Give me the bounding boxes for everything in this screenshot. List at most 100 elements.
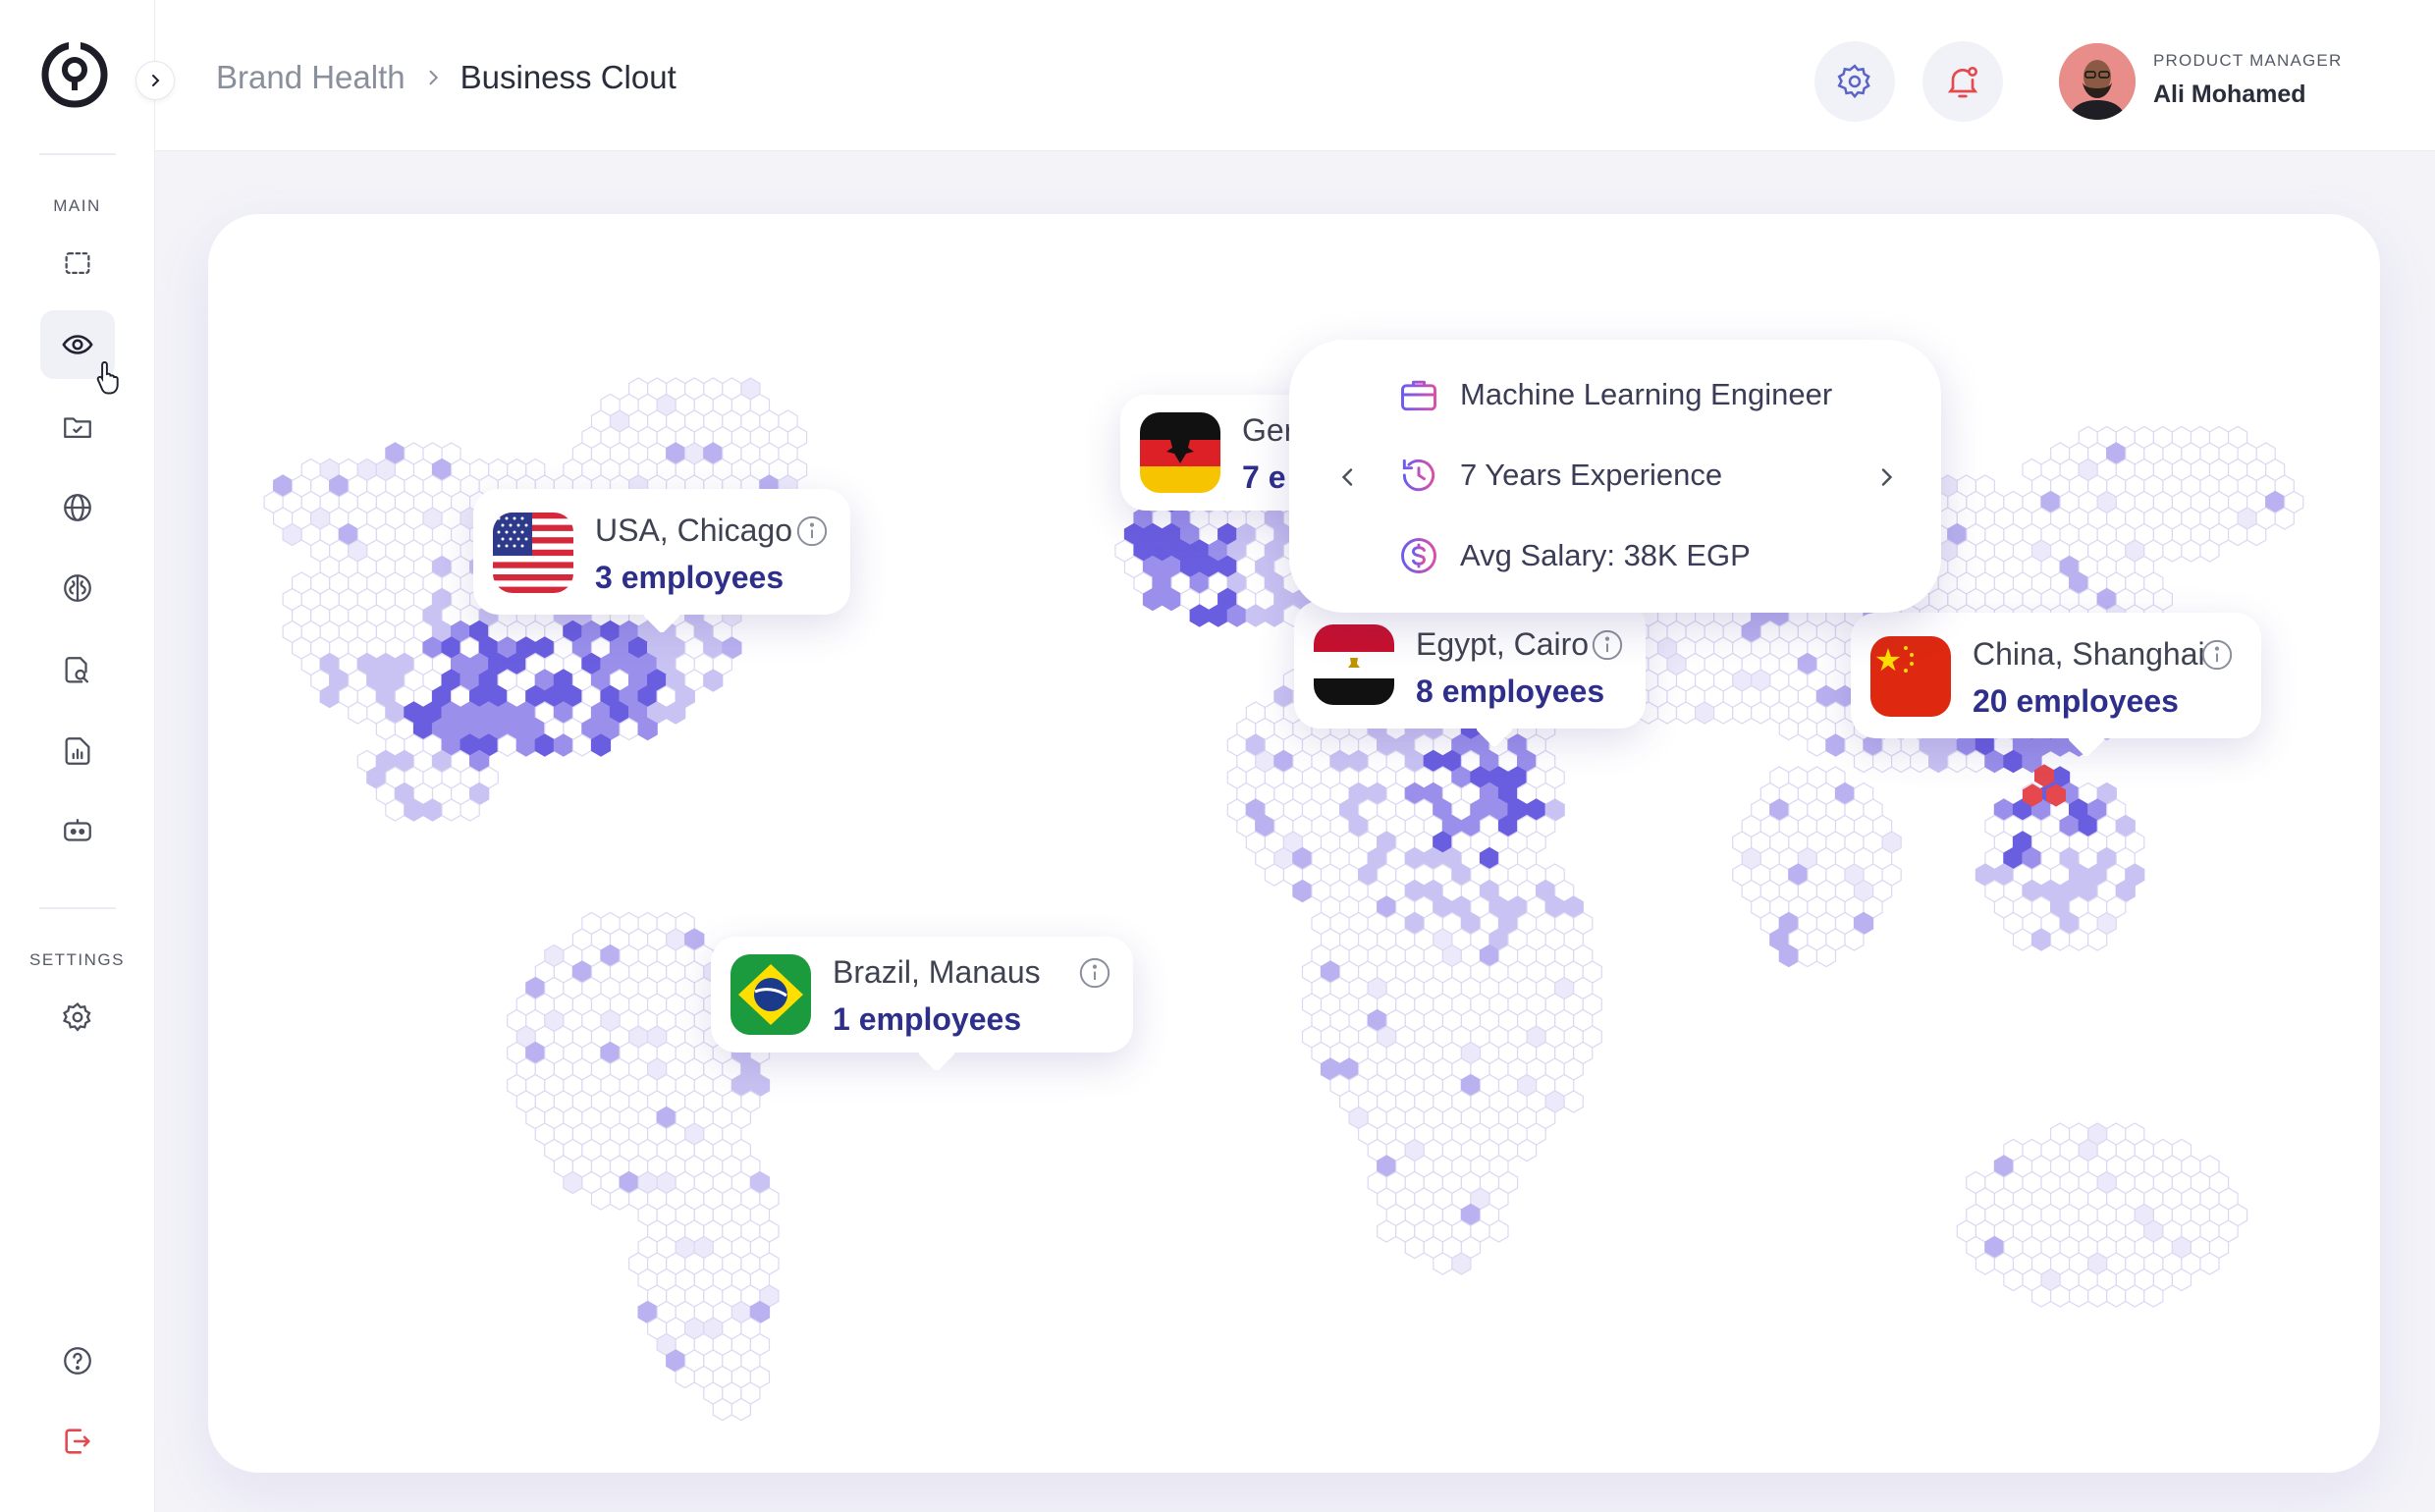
sidebar-item-globe[interactable]	[40, 473, 115, 542]
map-hex	[1910, 749, 1930, 774]
folder-check-icon	[64, 417, 91, 439]
job-title: Machine Learning Engineer	[1460, 377, 1833, 411]
location-callout-china[interactable]: China, Shanghai 20 employees	[1851, 613, 2261, 758]
map-hex	[497, 733, 517, 757]
chevron-left-icon	[1341, 468, 1353, 486]
map-hex	[2087, 1284, 2108, 1308]
dollar-icon	[1401, 538, 1436, 573]
map-hex-highlight	[2023, 783, 2042, 807]
map-hex	[348, 701, 368, 725]
info-icon[interactable]	[1078, 956, 1111, 990]
bell-icon	[1947, 66, 1978, 98]
location-name: Egypt, Cairo	[1416, 626, 1590, 662]
location-callout-brazil[interactable]: Brazil, Manaus 1 employees	[711, 937, 1133, 1072]
map-hex	[712, 1397, 732, 1422]
document-search-icon	[65, 657, 89, 683]
map-hex	[2069, 1284, 2089, 1308]
map-hex	[675, 1365, 695, 1389]
breadcrumb-current: Business Clout	[460, 59, 676, 95]
map-hex	[1142, 587, 1163, 612]
flag-usa-icon	[493, 513, 573, 593]
sidebar-item-search-docs[interactable]	[40, 636, 115, 705]
map-hex	[1208, 604, 1228, 627]
map-hex	[1695, 701, 1715, 725]
map-hex	[666, 701, 686, 725]
map-hex	[2087, 928, 2108, 951]
map-hex	[1162, 587, 1182, 612]
settings-button[interactable]	[1814, 41, 1895, 122]
sidebar-item-ai[interactable]	[40, 554, 115, 622]
info-icon[interactable]	[795, 514, 829, 548]
map-hex	[534, 733, 555, 757]
help-icon	[64, 1347, 91, 1375]
location-name: USA, Chicago	[595, 513, 792, 548]
map-hex	[2143, 1284, 2164, 1308]
info-icon[interactable]	[1591, 628, 1624, 662]
map-hex	[1778, 944, 1799, 968]
map-hex	[2069, 928, 2089, 951]
map-hex	[1245, 604, 1266, 627]
map-hex	[282, 522, 302, 547]
next-button[interactable]	[1867, 458, 1906, 497]
app-logo[interactable]	[39, 39, 110, 110]
map-hex-highlight	[2046, 783, 2066, 807]
breadcrumb-parent[interactable]: Brand Health	[216, 59, 406, 96]
map-hex-highlight	[2034, 764, 2054, 787]
map-hex	[571, 733, 593, 757]
location-callout-usa[interactable]: USA, Chicago 3 employees	[473, 489, 850, 634]
location-name: China, Shanghai	[1973, 636, 2205, 672]
chevron-right-icon	[429, 70, 438, 85]
employee-count: 8 employees	[1416, 674, 1605, 709]
logout-button[interactable]	[40, 1407, 115, 1476]
map-hex	[404, 798, 424, 822]
map-hex	[1264, 863, 1284, 887]
map-hex	[319, 684, 340, 709]
prev-button[interactable]	[1328, 458, 1368, 497]
sidebar-item-bot[interactable]	[40, 797, 115, 866]
map-hex	[1844, 928, 1865, 951]
map-hex	[1853, 749, 1874, 774]
map-hex	[1947, 749, 1968, 774]
employee-count: 3 employees	[595, 560, 785, 595]
job-title-row: Machine Learning Engineer	[1397, 373, 1832, 416]
map-hex	[1189, 604, 1210, 627]
sidebar-item-reports[interactable]	[40, 717, 115, 785]
sidebar-toggle-button[interactable]	[135, 61, 175, 100]
report-icon	[65, 737, 90, 765]
map-hex	[1656, 701, 1678, 725]
map-hex	[1264, 604, 1284, 627]
map-hex	[1675, 701, 1697, 725]
map-hex	[441, 798, 461, 822]
map-hex	[2181, 539, 2201, 563]
flag-brazil-icon	[730, 954, 811, 1035]
location-name: Ger	[1242, 412, 1295, 448]
map-hex	[2030, 1284, 2052, 1308]
map-hex	[1825, 733, 1846, 757]
map-hex	[730, 1397, 751, 1422]
help-button[interactable]	[40, 1326, 115, 1395]
map-hex	[703, 669, 724, 692]
map-hex	[1928, 749, 1949, 774]
map-hex	[2228, 522, 2248, 547]
sidebar-item-projects[interactable]	[40, 393, 115, 461]
map-hex	[2030, 928, 2052, 951]
cursor-hand-icon	[96, 361, 119, 395]
map-hex	[1984, 749, 2005, 774]
map-hex	[385, 798, 406, 822]
flag-germany-icon	[1140, 412, 1220, 493]
user-role: PRODUCT MANAGER	[2153, 51, 2343, 70]
map-hex	[1807, 733, 1827, 757]
location-callout-egypt[interactable]: Egypt, Cairo 8 employees	[1294, 601, 1646, 748]
notifications-button[interactable]	[1922, 41, 2003, 122]
experience-row: 7 Years Experience	[1397, 454, 1722, 497]
sidebar-item-settings[interactable]	[40, 983, 115, 1052]
sidebar-divider	[39, 907, 116, 909]
map-hex	[1891, 749, 1912, 774]
map-hex	[2199, 539, 2220, 563]
map-hex	[1966, 749, 1986, 774]
logout-icon	[65, 1429, 90, 1454]
sidebar-item-scan[interactable]	[40, 229, 115, 297]
info-icon[interactable]	[2200, 638, 2234, 672]
avatar[interactable]	[2059, 43, 2136, 120]
briefcase-icon	[1401, 380, 1436, 411]
